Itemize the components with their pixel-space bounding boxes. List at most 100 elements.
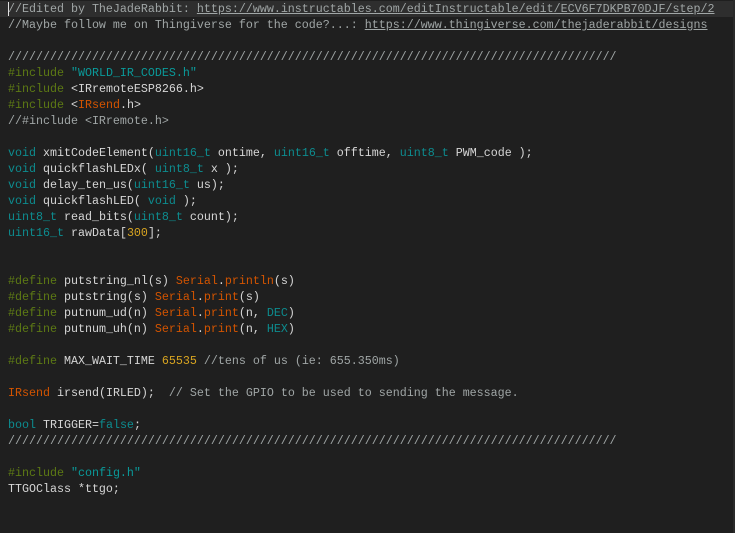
code-token-comment: ////////////////////////////////////////… bbox=[8, 50, 617, 64]
code-line[interactable] bbox=[0, 241, 733, 257]
code-token-plain: irsend(IRLED); bbox=[49, 386, 169, 400]
code-token-plain: . bbox=[196, 290, 204, 304]
code-line[interactable] bbox=[0, 369, 733, 385]
code-line[interactable] bbox=[0, 449, 733, 465]
code-line[interactable]: uint8_t read_bits(uint8_t count); bbox=[0, 209, 733, 225]
code-token-pre: #define bbox=[8, 306, 64, 320]
code-token-plain: offtime, bbox=[329, 146, 400, 160]
code-token-fn: print bbox=[203, 290, 239, 304]
code-token-plain: delay_ten_us( bbox=[35, 178, 134, 192]
code-token-plain: MAX_WAIT_TIME bbox=[63, 354, 162, 368]
code-token-plain: TTGOClass *ttgo; bbox=[8, 482, 120, 496]
code-token-fn: IRsend bbox=[8, 386, 50, 400]
code-token-fn: Serial bbox=[175, 274, 218, 288]
code-link[interactable]: https://www.instructables.com/editInstru… bbox=[197, 2, 715, 16]
code-token-const: DEC bbox=[266, 306, 288, 320]
code-token-type: uint8_t bbox=[154, 162, 204, 176]
code-line[interactable]: #include "config.h" bbox=[0, 465, 733, 481]
code-token-type: uint8_t bbox=[8, 210, 57, 224]
code-token-plain: x ); bbox=[203, 162, 239, 176]
code-line[interactable]: #define putnum_ud(n) Serial.print(n, DEC… bbox=[0, 305, 733, 321]
code-token-str: "config.h" bbox=[70, 466, 141, 480]
code-token-str: "WORLD_IR_CODES.h" bbox=[70, 66, 197, 80]
code-token-plain: <IRremoteESP8266.h> bbox=[70, 82, 204, 96]
code-line[interactable]: //Edited by TheJadeRabbit: https://www.i… bbox=[0, 1, 733, 17]
code-token-plain: . bbox=[217, 274, 225, 288]
code-token-plain: < bbox=[70, 98, 78, 112]
code-token-plain: putstring_nl(s) bbox=[63, 274, 176, 288]
code-token-type: uint16_t bbox=[273, 146, 330, 160]
code-token-plain: quickflashLEDx( bbox=[35, 162, 155, 176]
code-token-plain: (n, bbox=[238, 322, 267, 336]
code-token-type: void bbox=[8, 194, 36, 208]
code-token-plain: . bbox=[196, 322, 204, 336]
code-token-plain: quickflashLED( bbox=[35, 194, 148, 208]
code-token-pre: #include bbox=[8, 98, 71, 112]
code-line[interactable] bbox=[0, 337, 733, 353]
code-token-fn: Serial bbox=[154, 322, 197, 336]
code-token-comment: // Set the GPIO to be used to sending th… bbox=[168, 386, 519, 400]
code-line[interactable]: ////////////////////////////////////////… bbox=[0, 49, 733, 65]
code-line[interactable]: void delay_ten_us(uint16_t us); bbox=[0, 177, 733, 193]
code-line[interactable]: bool TRIGGER=false; bbox=[0, 417, 733, 433]
code-line[interactable]: //Maybe follow me on Thingiverse for the… bbox=[0, 17, 733, 33]
code-line[interactable] bbox=[0, 33, 733, 49]
code-line[interactable] bbox=[0, 129, 733, 145]
code-line[interactable]: #define putnum_uh(n) Serial.print(n, HEX… bbox=[0, 321, 733, 337]
code-token-fn: print bbox=[203, 322, 239, 336]
code-link[interactable]: https://www.thingiverse.com/thejaderabbi… bbox=[365, 18, 708, 32]
code-line[interactable]: #include "WORLD_IR_CODES.h" bbox=[0, 65, 733, 81]
code-line[interactable]: TTGOClass *ttgo; bbox=[0, 481, 733, 497]
code-token-plain: ontime, bbox=[210, 146, 274, 160]
code-token-plain: us); bbox=[189, 178, 225, 192]
code-token-comment: //#include <IRremote.h> bbox=[8, 114, 169, 128]
code-token-type: void bbox=[8, 146, 36, 160]
code-token-pre: #define bbox=[8, 290, 64, 304]
code-token-plain: ; bbox=[133, 418, 141, 432]
code-line[interactable]: #include <IRremoteESP8266.h> bbox=[0, 81, 733, 97]
code-token-plain: rawData[ bbox=[63, 226, 127, 240]
code-line[interactable] bbox=[0, 401, 733, 417]
code-token-plain: ]; bbox=[147, 226, 162, 240]
code-token-comment: ////////////////////////////////////////… bbox=[8, 434, 617, 448]
code-line[interactable]: uint16_t rawData[300]; bbox=[0, 225, 733, 241]
code-token-pre: #define bbox=[8, 274, 64, 288]
code-token-pre: #include bbox=[8, 66, 71, 80]
code-token-plain: (n, bbox=[238, 306, 267, 320]
code-token-fn: print bbox=[203, 306, 239, 320]
code-line[interactable]: //#include <IRremote.h> bbox=[0, 113, 733, 129]
code-token-plain: count); bbox=[182, 210, 239, 224]
code-token-type: uint8_t bbox=[133, 210, 183, 224]
text-cursor bbox=[8, 2, 9, 16]
code-token-plain: ); bbox=[175, 194, 197, 208]
code-token-type: uint16_t bbox=[154, 146, 211, 160]
code-line[interactable]: #define putstring(s) Serial.print(s) bbox=[0, 289, 733, 305]
code-line[interactable]: IRsend irsend(IRLED); // Set the GPIO to… bbox=[0, 385, 733, 401]
code-token-pre: #define bbox=[8, 354, 64, 368]
code-editor[interactable]: //Edited by TheJadeRabbit: https://www.i… bbox=[0, 1, 733, 533]
code-line[interactable]: void xmitCodeElement(uint16_t ontime, ui… bbox=[0, 145, 733, 161]
code-token-fn: Serial bbox=[154, 290, 197, 304]
code-token-comment: //Maybe follow me on Thingiverse for the… bbox=[8, 18, 365, 32]
code-line[interactable]: #define putstring_nl(s) Serial.println(s… bbox=[0, 273, 733, 289]
code-token-type: false bbox=[98, 418, 134, 432]
code-token-comment: //tens of us (ie: 655.350ms) bbox=[196, 354, 400, 368]
code-token-type: void bbox=[8, 162, 36, 176]
code-line[interactable]: #define MAX_WAIT_TIME 65535 //tens of us… bbox=[0, 353, 733, 369]
code-token-plain: xmitCodeElement( bbox=[35, 146, 155, 160]
code-token-plain: PWM_code ); bbox=[448, 146, 533, 160]
code-token-plain: TRIGGER= bbox=[35, 418, 99, 432]
code-line[interactable] bbox=[0, 257, 733, 273]
code-token-type: bool bbox=[8, 418, 36, 432]
code-token-plain: ) bbox=[287, 306, 295, 320]
code-token-plain: . bbox=[196, 306, 204, 320]
code-line[interactable]: void quickflashLED( void ); bbox=[0, 193, 733, 209]
code-token-type: void bbox=[8, 178, 36, 192]
code-line[interactable]: void quickflashLEDx( uint8_t x ); bbox=[0, 161, 733, 177]
code-token-plain: read_bits( bbox=[56, 210, 134, 224]
code-line[interactable]: #include <IRsend.h> bbox=[0, 97, 733, 113]
code-token-plain: putnum_uh(n) bbox=[63, 322, 155, 336]
code-token-pre: #include bbox=[8, 466, 71, 480]
code-token-plain: .h> bbox=[119, 98, 141, 112]
code-line[interactable]: ////////////////////////////////////////… bbox=[0, 433, 733, 449]
